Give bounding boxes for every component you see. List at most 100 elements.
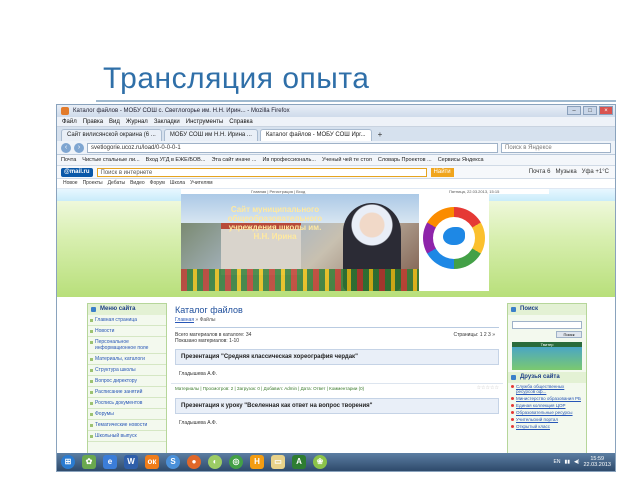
- site-menu-item[interactable]: Форум: [150, 179, 165, 188]
- sidebar-item[interactable]: Тематические новости: [88, 420, 166, 431]
- bookmark-item[interactable]: Эта сайт иначе ...: [211, 155, 256, 165]
- slide: Трансляция опыта Каталог файлов - МОБУ С…: [0, 0, 640, 480]
- maximize-button[interactable]: □: [583, 106, 597, 115]
- site-menu-item[interactable]: Проекты: [83, 179, 103, 188]
- sidebar-item[interactable]: Форумы: [88, 409, 166, 420]
- app-icon[interactable]: ✿: [82, 455, 96, 469]
- menu-bookmarks[interactable]: Закладки: [154, 117, 180, 126]
- friend-link[interactable]: Открытый класс: [508, 423, 586, 430]
- sidebar-item[interactable]: Главная страница: [88, 315, 166, 326]
- flowerbed: [181, 269, 419, 291]
- tab-strip: Сайт вилисянской окраина (6 ... МОБУ СОШ…: [57, 127, 615, 141]
- bookmark-item[interactable]: Словарь Проектов ...: [378, 155, 432, 165]
- site-search-button[interactable]: Поиск: [556, 331, 582, 338]
- twitter-banner[interactable]: Твитер: [512, 342, 582, 370]
- app-flower-icon[interactable]: ❀: [313, 455, 327, 469]
- menu-block-title: Меню сайта: [88, 304, 166, 315]
- skype-icon[interactable]: S: [166, 455, 180, 469]
- folder-icon[interactable]: ▭: [271, 455, 285, 469]
- site-menu-item[interactable]: Видео: [130, 179, 145, 188]
- music-link[interactable]: Музыка: [555, 169, 576, 175]
- address-bar[interactable]: svetlogorie.ucoz.ru/load/0-0-0-0-1: [87, 142, 498, 153]
- bookmark-item[interactable]: Вход УГД в ЕЖЕ/БОВ...: [146, 155, 206, 165]
- friend-link[interactable]: Служба общественных ресурсов оф...: [508, 383, 586, 395]
- chrome-icon[interactable]: ◎: [229, 455, 243, 469]
- mailru-logo[interactable]: @mail.ru: [61, 167, 93, 177]
- volume-icon[interactable]: ◀): [574, 459, 580, 465]
- catalog-stats: Всего материалов в каталоге: 34 Показано…: [175, 332, 495, 344]
- friend-link[interactable]: Образовательные ресурсы: [508, 409, 586, 416]
- site-search-input[interactable]: [512, 321, 582, 329]
- weather-link[interactable]: Уфа +1°C: [582, 169, 609, 175]
- odnoklassniki-icon[interactable]: ок: [145, 455, 159, 469]
- site-top-menu: Новое Проекты Дебаты Видео Форум Школа У…: [57, 179, 615, 188]
- mailru-links: Почта 6 Музыка Уфа +1°C: [529, 169, 615, 175]
- network-icon[interactable]: ▮▮: [564, 459, 570, 465]
- friend-link[interactable]: Единая коллекция ЦОР: [508, 402, 586, 409]
- bookmark-item[interactable]: Сервисы Яндекса: [438, 155, 484, 165]
- site-menu-item[interactable]: Школа: [170, 179, 185, 188]
- breadcrumb: Главная » Файлы: [175, 317, 216, 323]
- sidebar-item[interactable]: Материалы, каталоги: [88, 354, 166, 365]
- mailru-search-button[interactable]: Найти: [430, 167, 454, 177]
- menu-view[interactable]: Вид: [109, 117, 120, 126]
- forward-icon[interactable]: ›: [74, 142, 84, 153]
- app-a-icon[interactable]: A: [292, 455, 306, 469]
- sidebar-item[interactable]: Школьный выпуск: [88, 431, 166, 442]
- friend-link[interactable]: Учительский портал: [508, 416, 586, 423]
- site-menu-item[interactable]: Новое: [63, 179, 78, 188]
- start-button-icon[interactable]: ⊞: [61, 455, 75, 469]
- menu-help[interactable]: Справка: [229, 117, 253, 126]
- entry-title[interactable]: Презентация "Средняя классическая хореог…: [175, 349, 499, 365]
- menu-history[interactable]: Журнал: [126, 117, 148, 126]
- minimize-button[interactable]: –: [567, 106, 581, 115]
- site-menu-item[interactable]: Учителям: [190, 179, 213, 188]
- sidebar-item[interactable]: Персональное информационное поле: [88, 337, 166, 354]
- sidebar-item[interactable]: Структура школы: [88, 365, 166, 376]
- new-tab-button[interactable]: +: [374, 129, 387, 141]
- browser-screenshot: Каталог файлов - МОБУ СОШ с. Светлогорье…: [56, 104, 616, 472]
- sidebar-item[interactable]: Расписание занятий: [88, 387, 166, 398]
- window-controls: – □ ×: [567, 106, 613, 115]
- clock[interactable]: 15:59 22.03.2013: [583, 456, 611, 468]
- menu-tools[interactable]: Инструменты: [186, 117, 223, 126]
- tab-2[interactable]: МОБУ СОШ им Н.Н. Ирина ...: [163, 129, 258, 141]
- word-icon[interactable]: W: [124, 455, 138, 469]
- friend-link[interactable]: Министерство образования РБ: [508, 395, 586, 402]
- site-menu-item[interactable]: Дебаты: [108, 179, 125, 188]
- close-button[interactable]: ×: [599, 106, 613, 115]
- firefox-taskbar-icon[interactable]: ●: [187, 455, 201, 469]
- left-sidebar: Меню сайта Главная страница Новости Перс…: [87, 303, 167, 455]
- pagination[interactable]: Страницы: 1 2 3 »: [453, 332, 495, 338]
- firefox-icon: [61, 107, 69, 115]
- bookmark-item[interactable]: Почта: [61, 155, 76, 165]
- menu-file[interactable]: Файл: [62, 117, 77, 126]
- media-icon[interactable]: ◐: [208, 455, 222, 469]
- navigation-bar: ‹ › svetlogorie.ucoz.ru/load/0-0-0-0-1 П…: [57, 141, 615, 155]
- search-block-title: Поиск: [508, 304, 586, 315]
- internet-explorer-icon[interactable]: e: [103, 455, 117, 469]
- entry-title[interactable]: Презентация к уроку "Вселенная как ответ…: [175, 398, 499, 414]
- search-input[interactable]: Поиск в Яндексе: [501, 142, 611, 153]
- date-strip: Пятница, 22.03.2013, 15:15: [419, 189, 549, 194]
- back-icon[interactable]: ‹: [61, 142, 71, 153]
- tab-3-active[interactable]: Каталог файлов - МОБУ СОШ Ирг...: [259, 129, 372, 141]
- mail-link[interactable]: Почта 6: [529, 169, 551, 175]
- tab-1[interactable]: Сайт вилисянской окраина (6 ...: [61, 129, 162, 141]
- bookmark-item[interactable]: Чистые стальные ли...: [82, 155, 139, 165]
- mailru-search-input[interactable]: Поиск в интернете: [96, 167, 427, 177]
- bookmark-item[interactable]: Ученый чей те стол: [322, 155, 372, 165]
- sidebar-item[interactable]: Вопрос директору: [88, 376, 166, 387]
- school-emblem: [419, 193, 489, 291]
- slide-title: Трансляция опыта: [103, 62, 370, 95]
- entry-author: Гладышева А.Ф.: [179, 420, 218, 426]
- header-login-strip[interactable]: Главная | Регистрация | Вход: [181, 189, 419, 194]
- language-indicator[interactable]: EN: [553, 459, 560, 465]
- app-h-icon[interactable]: H: [250, 455, 264, 469]
- menu-edit[interactable]: Правка: [83, 117, 103, 126]
- sidebar-item[interactable]: Новости: [88, 326, 166, 337]
- breadcrumb-home-link[interactable]: Главная: [175, 317, 194, 323]
- bookmark-item[interactable]: Ив профессиональ...: [262, 155, 315, 165]
- entry-meta: Материалы | Просмотров: 2 | Загрузок: 0 …: [171, 383, 503, 393]
- sidebar-item[interactable]: Роспись документов: [88, 398, 166, 409]
